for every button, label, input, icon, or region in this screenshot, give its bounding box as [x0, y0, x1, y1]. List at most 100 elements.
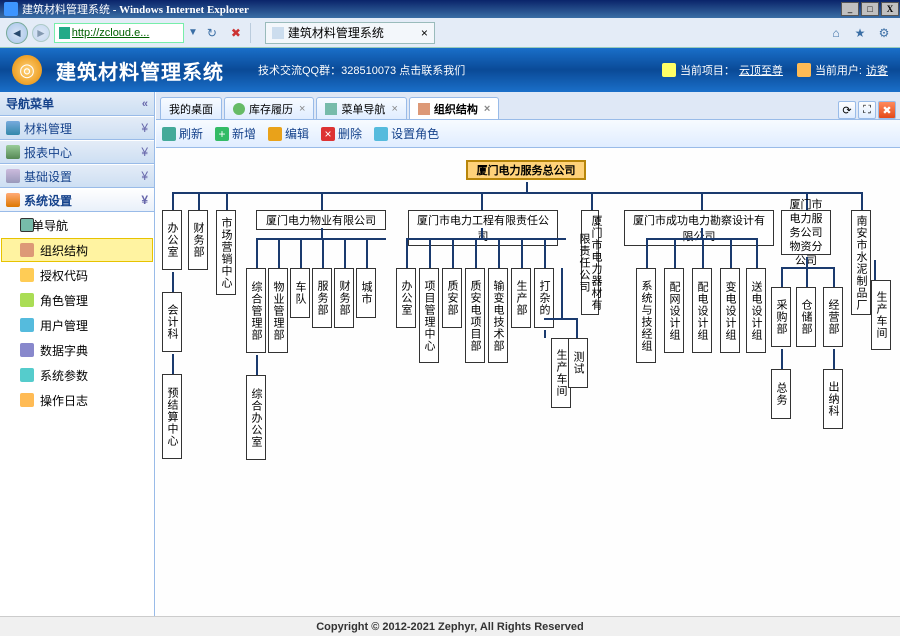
- org-node[interactable]: 车队: [290, 268, 310, 318]
- org-node[interactable]: 质安部: [442, 268, 462, 328]
- tab-close-icon[interactable]: ×: [391, 103, 397, 115]
- delete-button[interactable]: ×删除: [321, 125, 362, 142]
- org-node[interactable]: 仓储部: [796, 287, 816, 347]
- org-node[interactable]: 财务部: [188, 210, 208, 270]
- home-icon[interactable]: ⌂: [826, 23, 846, 43]
- sidebar-submenu: 菜单导航 组织结构 授权代码 角色管理 用户管理 数据字典 系统参数 操作日志: [0, 212, 154, 616]
- tab-expand-button[interactable]: ⛶: [858, 101, 876, 119]
- window-titlebar: 建筑材料管理系统 - Windows Internet Explorer _ □…: [0, 0, 900, 18]
- tab-desktop[interactable]: 我的桌面: [160, 97, 222, 119]
- org-node[interactable]: 总务: [771, 369, 791, 419]
- org-node[interactable]: 项目管理中心: [419, 268, 439, 363]
- org-node[interactable]: 会计科: [162, 292, 182, 352]
- url-input[interactable]: [72, 27, 179, 39]
- org-node[interactable]: 物业管理部: [268, 268, 288, 353]
- org-node[interactable]: 系统与技经组: [636, 268, 656, 363]
- current-user: 当前用户: 访客: [797, 62, 888, 78]
- menu-nav-item[interactable]: 菜单导航: [1, 213, 153, 237]
- org-node[interactable]: 综合管理部: [246, 268, 266, 353]
- menu-role-item[interactable]: 角色管理: [1, 288, 153, 312]
- content-toolbar: 刷新 +新增 编辑 ×删除 设置角色: [156, 120, 900, 148]
- menu-auth-item[interactable]: 授权代码: [1, 263, 153, 287]
- org-node[interactable]: 南安市水泥制品厂: [851, 210, 871, 315]
- org-node[interactable]: 办公室: [162, 210, 182, 270]
- org-node[interactable]: 测试: [568, 338, 588, 388]
- org-node[interactable]: 采购部: [771, 287, 791, 347]
- org-node[interactable]: 厦门市电力服务公司物资分公司: [781, 210, 831, 255]
- org-node[interactable]: 服务部: [312, 268, 332, 328]
- org-node[interactable]: 市场营销中心: [216, 210, 236, 295]
- org-node[interactable]: 办公室: [396, 268, 416, 328]
- sidebar-section-base[interactable]: 基础设置 ¥: [0, 164, 154, 188]
- org-node[interactable]: 配网设计组: [664, 268, 684, 353]
- org-node[interactable]: 预结算中心: [162, 374, 182, 459]
- app-header: ◎ 建筑材料管理系统 技术交流QQ群：328510073 点击联系我们 当前项目…: [0, 48, 900, 92]
- menu-user-item[interactable]: 用户管理: [1, 313, 153, 337]
- chevron-down-icon: ¥: [141, 145, 148, 159]
- chevron-down-icon: ¥: [141, 121, 148, 135]
- stop-icon[interactable]: ✖: [226, 23, 246, 43]
- sidebar-section-reports[interactable]: 报表中心 ¥: [0, 140, 154, 164]
- menu-log-item[interactable]: 操作日志: [1, 388, 153, 412]
- setrole-button[interactable]: 设置角色: [374, 125, 439, 142]
- param-icon: [20, 368, 34, 382]
- materials-icon: [6, 121, 20, 135]
- org-node[interactable]: 生产部: [511, 268, 531, 328]
- footer: Copyright © 2012-2021 Zephyr, All Rights…: [0, 616, 900, 636]
- address-bar[interactable]: [54, 23, 184, 43]
- tab-closeall-button[interactable]: ✖: [878, 101, 896, 119]
- current-project: 当前项目： 云顶至尊: [662, 62, 783, 78]
- sidebar-section-materials[interactable]: 材料管理 ¥: [0, 116, 154, 140]
- browser-tab[interactable]: 建筑材料管理系统 ×: [265, 22, 435, 44]
- org-node[interactable]: 财务部: [334, 268, 354, 328]
- org-node[interactable]: 变电设计组: [720, 268, 740, 353]
- org-node[interactable]: 经营部: [823, 287, 843, 347]
- settings-icon: [6, 193, 20, 207]
- tab-inventory[interactable]: 库存履历×: [224, 97, 314, 119]
- window-minimize-button[interactable]: _: [841, 2, 859, 16]
- org-node[interactable]: 生产车间: [871, 280, 891, 350]
- edit-button[interactable]: 编辑: [268, 125, 309, 142]
- tab-close-icon[interactable]: ×: [299, 103, 305, 115]
- refresh-button[interactable]: 刷新: [162, 125, 203, 142]
- org-node[interactable]: 输变电技术部: [488, 268, 508, 363]
- org-root-node[interactable]: 厦门电力服务总公司: [466, 160, 586, 180]
- url-dropdown-icon[interactable]: ▼: [188, 27, 198, 38]
- org-node[interactable]: 综合办公室: [246, 375, 266, 460]
- delete-icon: ×: [321, 127, 335, 141]
- tab-refresh-button[interactable]: ⟳: [838, 101, 856, 119]
- org-chart-canvas[interactable]: 厦门电力服务总公司 办公室 财务部 市场营销中心 厦门电力物业有限公司 厦门市电…: [156, 148, 900, 616]
- window-maximize-button[interactable]: □: [861, 2, 879, 16]
- tab-org[interactable]: 组织结构×: [409, 97, 499, 119]
- tab-menunav[interactable]: 菜单导航×: [316, 97, 406, 119]
- menu-param-item[interactable]: 系统参数: [1, 363, 153, 387]
- menu-dict-item[interactable]: 数据字典: [1, 338, 153, 362]
- nav-back-button[interactable]: ◄: [6, 22, 28, 44]
- refresh-icon[interactable]: ↻: [202, 23, 222, 43]
- org-node[interactable]: 配电设计组: [692, 268, 712, 353]
- key-icon: [20, 268, 34, 282]
- org-node[interactable]: 出纳科: [823, 369, 843, 429]
- add-button[interactable]: +新增: [215, 125, 256, 142]
- tab-close-icon[interactable]: ×: [484, 103, 490, 115]
- tools-icon[interactable]: ⚙: [874, 23, 894, 43]
- org-node[interactable]: 城市: [356, 268, 376, 318]
- log-icon: [20, 393, 34, 407]
- sidebar-title: 导航菜单 «: [0, 92, 154, 116]
- favorites-icon[interactable]: ★: [850, 23, 870, 43]
- nav-forward-button[interactable]: ►: [32, 24, 50, 42]
- base-icon: [6, 169, 20, 183]
- sidebar-section-system[interactable]: 系统设置 ¥: [0, 188, 154, 212]
- org-node[interactable]: 厦门电力物业有限公司: [256, 210, 386, 230]
- tab-bar: 我的桌面 库存履历× 菜单导航× 组织结构× ⟳ ⛶ ✖: [156, 92, 900, 120]
- chevron-down-icon: ¥: [141, 193, 148, 207]
- org-node[interactable]: 送电设计组: [746, 268, 766, 353]
- sidebar-collapse-button[interactable]: «: [142, 98, 148, 110]
- contact-info[interactable]: 技术交流QQ群：328510073 点击联系我们: [258, 62, 465, 78]
- menu-org-item[interactable]: 组织结构: [1, 238, 153, 262]
- org-node[interactable]: 质安电项目部: [465, 268, 485, 363]
- org-node[interactable]: 厦门市电力器材有限责任公司: [581, 210, 599, 315]
- browser-tab-close[interactable]: ×: [421, 26, 428, 40]
- site-icon: [59, 27, 70, 39]
- window-close-button[interactable]: X: [881, 2, 899, 16]
